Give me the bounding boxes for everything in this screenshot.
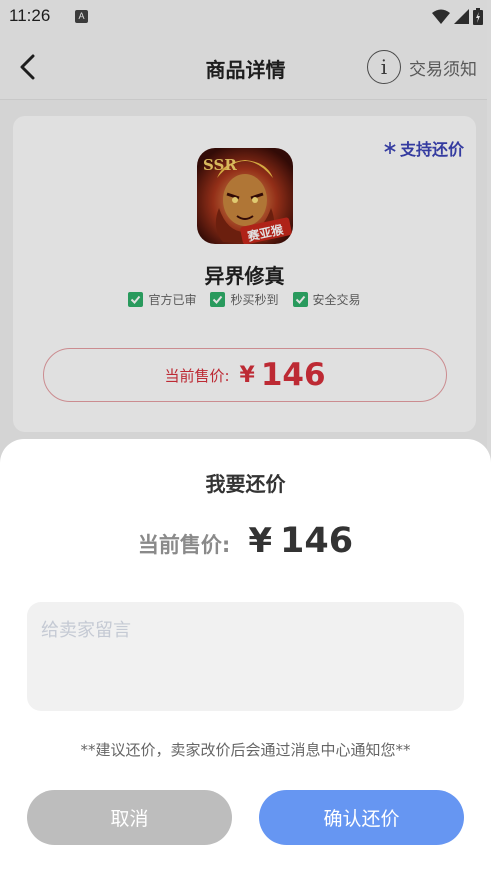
sheet-current-price: 当前售价: ¥ 146 xyxy=(0,521,491,561)
sheet-price-label: 当前售价: xyxy=(137,533,231,557)
sheet-price-value: 146 xyxy=(280,521,354,561)
seller-message-input[interactable] xyxy=(27,602,464,711)
bargain-hint: **建议还价，卖家改价后会通过消息中心通知您** xyxy=(80,741,411,759)
cancel-button[interactable]: 取消 xyxy=(27,790,232,845)
sheet-currency-symbol: ¥ xyxy=(248,521,272,561)
confirm-bargain-button[interactable]: 确认还价 xyxy=(259,790,464,845)
sheet-title: 我要还价 xyxy=(205,472,286,496)
bargain-sheet: 我要还价 当前售价: ¥ 146 **建议还价，卖家改价后会通过消息中心通知您*… xyxy=(0,439,491,872)
